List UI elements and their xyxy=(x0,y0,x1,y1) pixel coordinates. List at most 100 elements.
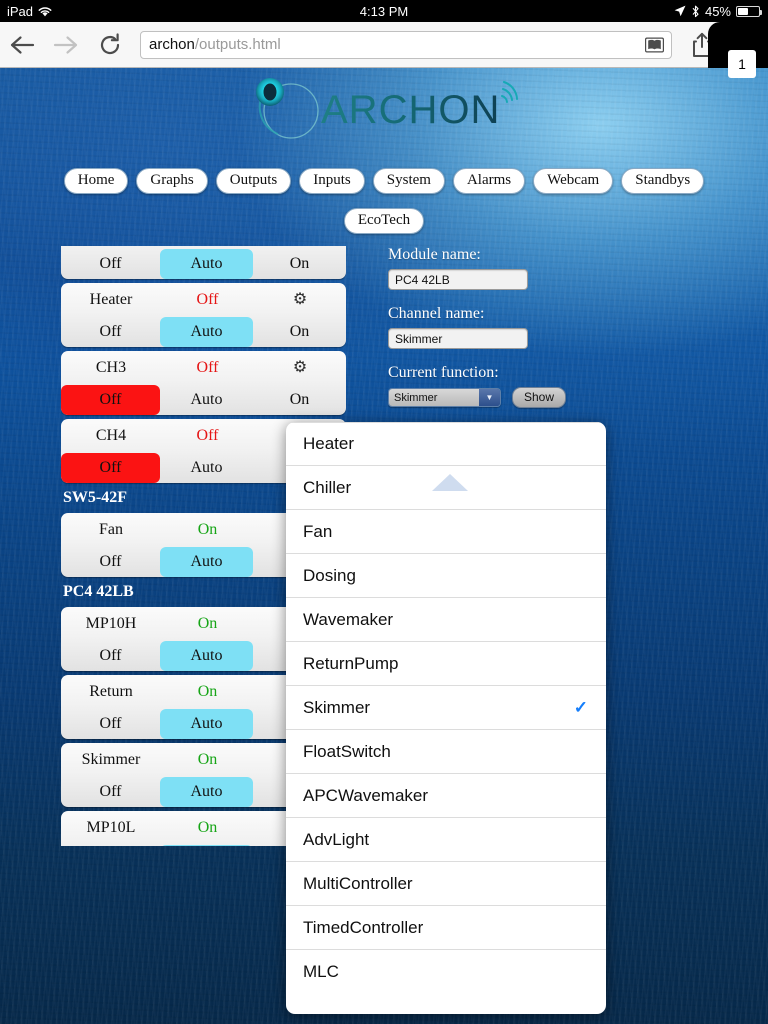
option-floatswitch[interactable]: FloatSwitch xyxy=(286,730,606,774)
output-name-label: MP10H xyxy=(85,615,137,632)
gear-icon[interactable]: ⚙ xyxy=(254,359,346,377)
function-options-popover[interactable]: Heater Chiller Fan Dosing Wavemaker Retu… xyxy=(286,422,606,1014)
address-bar[interactable]: archon/outputs.html xyxy=(140,30,672,59)
option-label: ReturnPump xyxy=(303,653,399,673)
channel-settings-panel: Module name: Channel name: Current funct… xyxy=(388,246,648,408)
option-fan[interactable]: Fan xyxy=(286,510,606,554)
secondary-navigation: EcoTech xyxy=(0,208,768,234)
option-returnpump[interactable]: ReturnPump xyxy=(286,642,606,686)
module-name-input[interactable] xyxy=(388,269,528,290)
segment-auto[interactable]: Auto xyxy=(160,385,253,415)
segment-auto[interactable]: Auto xyxy=(160,709,253,739)
segment-auto[interactable]: Auto xyxy=(160,777,253,807)
option-wavemaker[interactable]: Wavemaker xyxy=(286,598,606,642)
option-label: Fan xyxy=(303,521,333,541)
output-name-label: MP10L xyxy=(86,819,136,836)
forward-arrow-icon[interactable] xyxy=(44,23,88,67)
option-label: MultiController xyxy=(303,873,413,893)
nav-item-home[interactable]: Home xyxy=(63,168,129,194)
output-name-label: Fan xyxy=(99,521,123,538)
tab-count-button[interactable]: 1 xyxy=(728,50,756,78)
segment-auto[interactable]: Auto xyxy=(160,845,253,846)
nav-item-inputs[interactable]: Inputs xyxy=(299,168,365,194)
channel-name-input[interactable] xyxy=(388,328,528,349)
url-host-text: archon xyxy=(149,36,195,53)
option-advlight[interactable]: AdvLight xyxy=(286,818,606,862)
reload-icon[interactable] xyxy=(88,23,132,67)
option-label: MLC xyxy=(303,962,339,981)
popover-caret xyxy=(432,474,468,491)
option-label: TimedController xyxy=(303,917,424,937)
segment-auto[interactable]: Auto xyxy=(160,317,253,347)
current-function-select[interactable]: Skimmer ▼ xyxy=(388,388,501,407)
main-navigation: Home Graphs Outputs Inputs System Alarms… xyxy=(0,168,768,194)
segment-off[interactable]: Off xyxy=(61,777,160,807)
share-icon[interactable] xyxy=(680,23,724,67)
output-name-label: CH3 xyxy=(95,359,127,376)
option-label: FloatSwitch xyxy=(303,741,391,761)
output-status-label: On xyxy=(197,521,218,538)
segment-off[interactable]: Off xyxy=(61,845,160,846)
output-name-label: Skimmer xyxy=(81,751,141,768)
output-name-label: CH4 xyxy=(95,427,127,444)
chevron-down-icon[interactable]: ▼ xyxy=(479,389,500,406)
screen-root: iPad 4:13 PM 45% archon /outputs.html 1 … xyxy=(0,0,768,1024)
function-options-list[interactable]: Heater Chiller Fan Dosing Wavemaker Retu… xyxy=(286,422,606,994)
segment-off[interactable]: Off xyxy=(61,709,160,739)
output-status-label: On xyxy=(197,751,218,768)
option-mlc[interactable]: MLC xyxy=(286,950,606,994)
segment-off[interactable]: Off xyxy=(61,317,160,347)
output-status-label: On xyxy=(197,615,218,632)
segment-off[interactable]: Off xyxy=(61,453,160,483)
segment-off[interactable]: Off xyxy=(61,547,160,577)
show-button[interactable]: Show xyxy=(512,387,567,408)
url-path-text: /outputs.html xyxy=(194,36,281,53)
nav-item-alarms[interactable]: Alarms xyxy=(452,168,526,194)
segment-on[interactable]: On xyxy=(253,249,346,279)
nav-item-outputs[interactable]: Outputs xyxy=(215,168,292,194)
gear-icon[interactable]: ⚙ xyxy=(254,291,346,309)
nav-item-system[interactable]: System xyxy=(372,168,445,194)
output-card-heater[interactable]: Heater Off ⚙ Off Auto On xyxy=(61,283,346,347)
segment-on[interactable]: On xyxy=(253,317,346,347)
output-status-label: Off xyxy=(196,427,219,444)
nav-item-ecotech[interactable]: EcoTech xyxy=(343,208,425,234)
segment-auto[interactable]: Auto xyxy=(160,453,253,483)
segment-off[interactable]: Off xyxy=(61,249,160,279)
svg-text:ARCHON: ARCHON xyxy=(321,88,500,132)
segment-off[interactable]: Off xyxy=(61,641,160,671)
nav-item-standbys[interactable]: Standbys xyxy=(621,168,705,194)
option-label: Heater xyxy=(303,434,355,453)
option-apcwavemaker[interactable]: APCWavemaker xyxy=(286,774,606,818)
option-label: APCWavemaker xyxy=(303,785,429,805)
segment-auto[interactable]: Auto xyxy=(160,249,253,279)
nav-item-webcam[interactable]: Webcam xyxy=(533,168,614,194)
browser-toolbar: archon/outputs.html 1 xyxy=(0,22,768,78)
option-label: Chiller xyxy=(303,477,352,497)
segment-auto[interactable]: Auto xyxy=(160,641,253,671)
function-select-row: Skimmer ▼ Show xyxy=(388,387,648,408)
option-label: AdvLight xyxy=(303,829,370,849)
output-card-partial[interactable]: Off Auto On xyxy=(61,246,346,279)
reader-view-icon[interactable] xyxy=(645,37,664,52)
option-multicontroller[interactable]: MultiController xyxy=(286,862,606,906)
output-status-label: Off xyxy=(196,291,219,308)
output-mode-segments[interactable]: Off Auto On xyxy=(61,249,346,279)
current-function-label: Current function: xyxy=(388,364,499,381)
output-mode-segments[interactable]: Off Auto On xyxy=(61,317,346,347)
back-arrow-icon[interactable] xyxy=(0,23,44,67)
output-card-ch3[interactable]: CH3 Off ⚙ Off Auto On xyxy=(61,351,346,415)
nav-item-graphs[interactable]: Graphs xyxy=(136,168,208,194)
option-timedcontroller[interactable]: TimedController xyxy=(286,906,606,950)
segment-off[interactable]: Off xyxy=(61,385,160,415)
option-skimmer[interactable]: Skimmer ✓ xyxy=(286,686,606,730)
output-mode-segments[interactable]: Off Auto On xyxy=(61,385,346,415)
ios-status-bar: iPad 4:13 PM 45% xyxy=(0,0,768,22)
output-status-label: On xyxy=(197,819,218,836)
segment-on[interactable]: On xyxy=(253,385,346,415)
output-name-label: Heater xyxy=(89,291,133,308)
option-label: Wavemaker xyxy=(303,609,394,629)
option-dosing[interactable]: Dosing xyxy=(286,554,606,598)
option-heater[interactable]: Heater xyxy=(286,422,606,466)
segment-auto[interactable]: Auto xyxy=(160,547,253,577)
